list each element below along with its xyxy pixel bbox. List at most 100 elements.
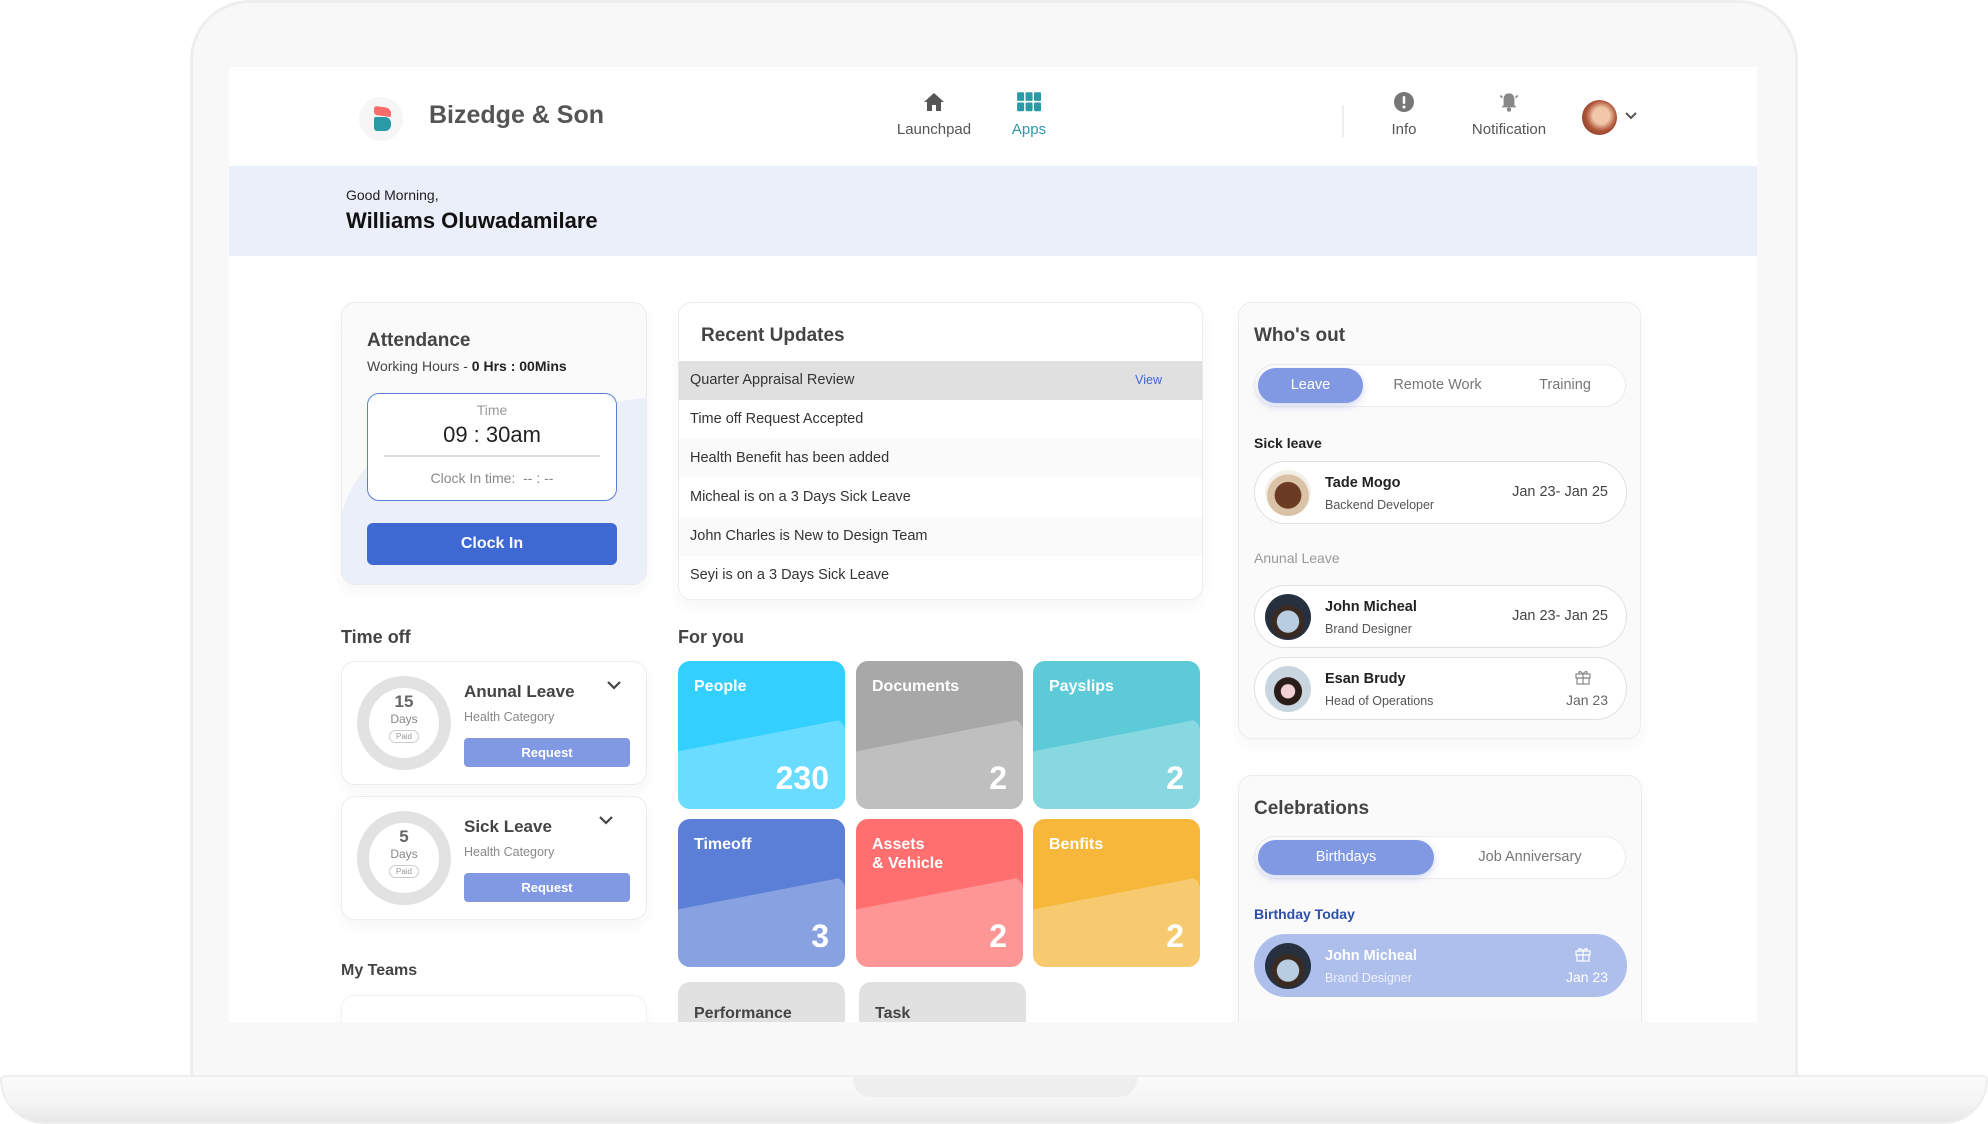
tile-label: Documents xyxy=(872,678,960,695)
person-role: Head of Operations xyxy=(1325,694,1434,708)
whos-out-title: Who's out xyxy=(1254,325,1346,346)
update-text: Health Benefit has been added xyxy=(690,450,890,466)
tab-birthdays[interactable]: Birthdays xyxy=(1258,840,1434,875)
greeting-user-name: Williams Oluwadamilare xyxy=(346,208,598,233)
nav-divider xyxy=(1342,105,1344,137)
avatar xyxy=(1265,470,1311,516)
tile-payslips[interactable]: Payslips 2 xyxy=(1033,661,1200,809)
bizedge-logo-icon[interactable] xyxy=(359,97,403,141)
working-hours: Working Hours - 0 Hrs : 00Mins xyxy=(367,358,567,374)
tile-task[interactable]: Task xyxy=(859,982,1026,1022)
leave-dates: Jan 23- Jan 25 xyxy=(1512,484,1608,500)
avatar xyxy=(1265,666,1311,712)
leave-category: Health Category xyxy=(464,710,555,724)
view-link[interactable]: View xyxy=(1135,361,1162,400)
annual-leave-heading: Anunal Leave xyxy=(1254,550,1340,566)
bell-icon xyxy=(1499,93,1519,112)
birthday-row[interactable]: John Micheal Brand Designer Jan 23 xyxy=(1254,934,1627,997)
person-row[interactable]: Esan Brudy Head of Operations Jan 23 xyxy=(1254,657,1627,720)
laptop-notch xyxy=(853,1077,1137,1097)
nav-label: Apps xyxy=(1011,121,1047,138)
tile-label: Timeoff xyxy=(694,836,752,853)
update-row[interactable]: Health Benefit has been added xyxy=(679,439,1202,478)
leave-name: Anunal Leave xyxy=(464,682,575,701)
tile-performance[interactable]: Performance xyxy=(678,982,845,1022)
tile-count: 3 xyxy=(811,918,829,954)
leave-name: Sick Leave xyxy=(464,817,552,836)
time-off-title: Time off xyxy=(341,627,411,647)
nav-launchpad[interactable]: Launchpad xyxy=(889,89,979,149)
divider xyxy=(384,455,600,457)
whos-out-tabs: Leave Remote Work Training xyxy=(1254,364,1626,407)
tab-remote-work[interactable]: Remote Work xyxy=(1370,368,1505,403)
leave-count: 15 xyxy=(394,692,414,711)
celebrations-title: Celebrations xyxy=(1254,798,1370,819)
tile-documents[interactable]: Documents 2 xyxy=(856,661,1023,809)
nav-label: Notification xyxy=(1471,121,1547,138)
tile-label: Performance xyxy=(694,1005,792,1022)
leave-card-annual: 15 Days Paid Anunal Leave Health Categor… xyxy=(341,661,647,785)
nav-label: Info xyxy=(1391,121,1417,138)
app-screen: Bizedge & Son Launchpad Apps Info Notifi… xyxy=(229,67,1757,1022)
my-teams-card xyxy=(341,995,647,1022)
leave-balance-ring: 5 Days Paid xyxy=(357,811,451,905)
update-row[interactable]: Quarter Appraisal Review View xyxy=(679,361,1202,400)
person-role: Brand Designer xyxy=(1325,622,1412,636)
update-row[interactable]: Time off Request Accepted xyxy=(679,400,1202,439)
celebrations-card: Celebrations Birthdays Job Anniversary B… xyxy=(1238,775,1642,1022)
chevron-down-icon[interactable] xyxy=(1624,111,1638,121)
user-avatar[interactable] xyxy=(1582,100,1617,135)
clock-in-time: Clock In time: -- : -- xyxy=(368,470,616,486)
tile-count: 230 xyxy=(775,760,829,796)
update-row[interactable]: John Charles is New to Design Team xyxy=(679,517,1202,556)
nav-apps[interactable]: Apps xyxy=(999,89,1059,149)
update-row[interactable]: Micheal is on a 3 Days Sick Leave xyxy=(679,478,1202,517)
tile-label: Benfits xyxy=(1049,836,1104,853)
leave-unit: Days xyxy=(390,847,418,861)
gift-icon xyxy=(1575,671,1591,685)
paid-badge: Paid xyxy=(388,865,419,878)
clock-in-button[interactable]: Clock In xyxy=(367,523,617,565)
apps-grid-icon xyxy=(1017,92,1042,112)
person-name: Esan Brudy xyxy=(1325,671,1406,687)
person-name: John Micheal xyxy=(1325,948,1417,964)
tab-job-anniversary[interactable]: Job Anniversary xyxy=(1440,840,1620,875)
nav-notification[interactable]: Notification xyxy=(1454,89,1564,149)
recent-updates-card: Recent Updates Quarter Appraisal Review V… xyxy=(678,302,1203,600)
request-button[interactable]: Request xyxy=(464,738,630,767)
tile-count: 2 xyxy=(989,918,1007,954)
update-row[interactable]: Seyi is on a 3 Days Sick Leave xyxy=(679,556,1202,595)
request-button[interactable]: Request xyxy=(464,873,630,902)
clock-in-time-value: -- : -- xyxy=(523,470,554,486)
paid-badge: Paid xyxy=(388,730,419,743)
update-text: Micheal is on a 3 Days Sick Leave xyxy=(690,489,911,505)
tile-label: People xyxy=(694,678,747,695)
my-teams-title: My Teams xyxy=(341,962,418,979)
person-name: Tade Mogo xyxy=(1325,475,1401,491)
person-role: Brand Designer xyxy=(1325,971,1412,985)
celebration-date: Jan 23 xyxy=(1565,692,1608,708)
sick-leave-heading: Sick leave xyxy=(1254,435,1322,451)
tile-assets-vehicle[interactable]: Assets & Vehicle 2 xyxy=(856,819,1023,967)
leave-dates: Jan 23- Jan 25 xyxy=(1512,608,1608,624)
tile-label: Payslips xyxy=(1049,678,1114,695)
person-role: Backend Developer xyxy=(1325,498,1435,512)
tile-people[interactable]: People 230 xyxy=(678,661,845,809)
tile-timeoff[interactable]: Timeoff 3 xyxy=(678,819,845,967)
update-text: Seyi is on a 3 Days Sick Leave xyxy=(690,567,890,583)
for-you-title: For you xyxy=(678,627,744,647)
clock-in-time-label: Clock In time: xyxy=(430,470,516,486)
greeting-banner: Good Morning, Williams Oluwadamilare xyxy=(229,166,1757,256)
person-row[interactable]: Tade Mogo Backend Developer Jan 23- Jan … xyxy=(1254,461,1627,524)
tile-benefits[interactable]: Benfits 2 xyxy=(1033,819,1200,967)
avatar xyxy=(1265,943,1311,989)
tab-training[interactable]: Training xyxy=(1510,368,1620,403)
nav-label: Launchpad xyxy=(896,121,972,138)
person-row[interactable]: John Micheal Brand Designer Jan 23- Jan … xyxy=(1254,585,1627,648)
chevron-down-icon[interactable] xyxy=(598,815,614,827)
chevron-down-icon[interactable] xyxy=(606,680,622,692)
leave-unit: Days xyxy=(390,712,418,726)
update-text: John Charles is New to Design Team xyxy=(690,528,928,544)
nav-info[interactable]: Info xyxy=(1384,89,1424,149)
tab-leave[interactable]: Leave xyxy=(1258,368,1363,403)
